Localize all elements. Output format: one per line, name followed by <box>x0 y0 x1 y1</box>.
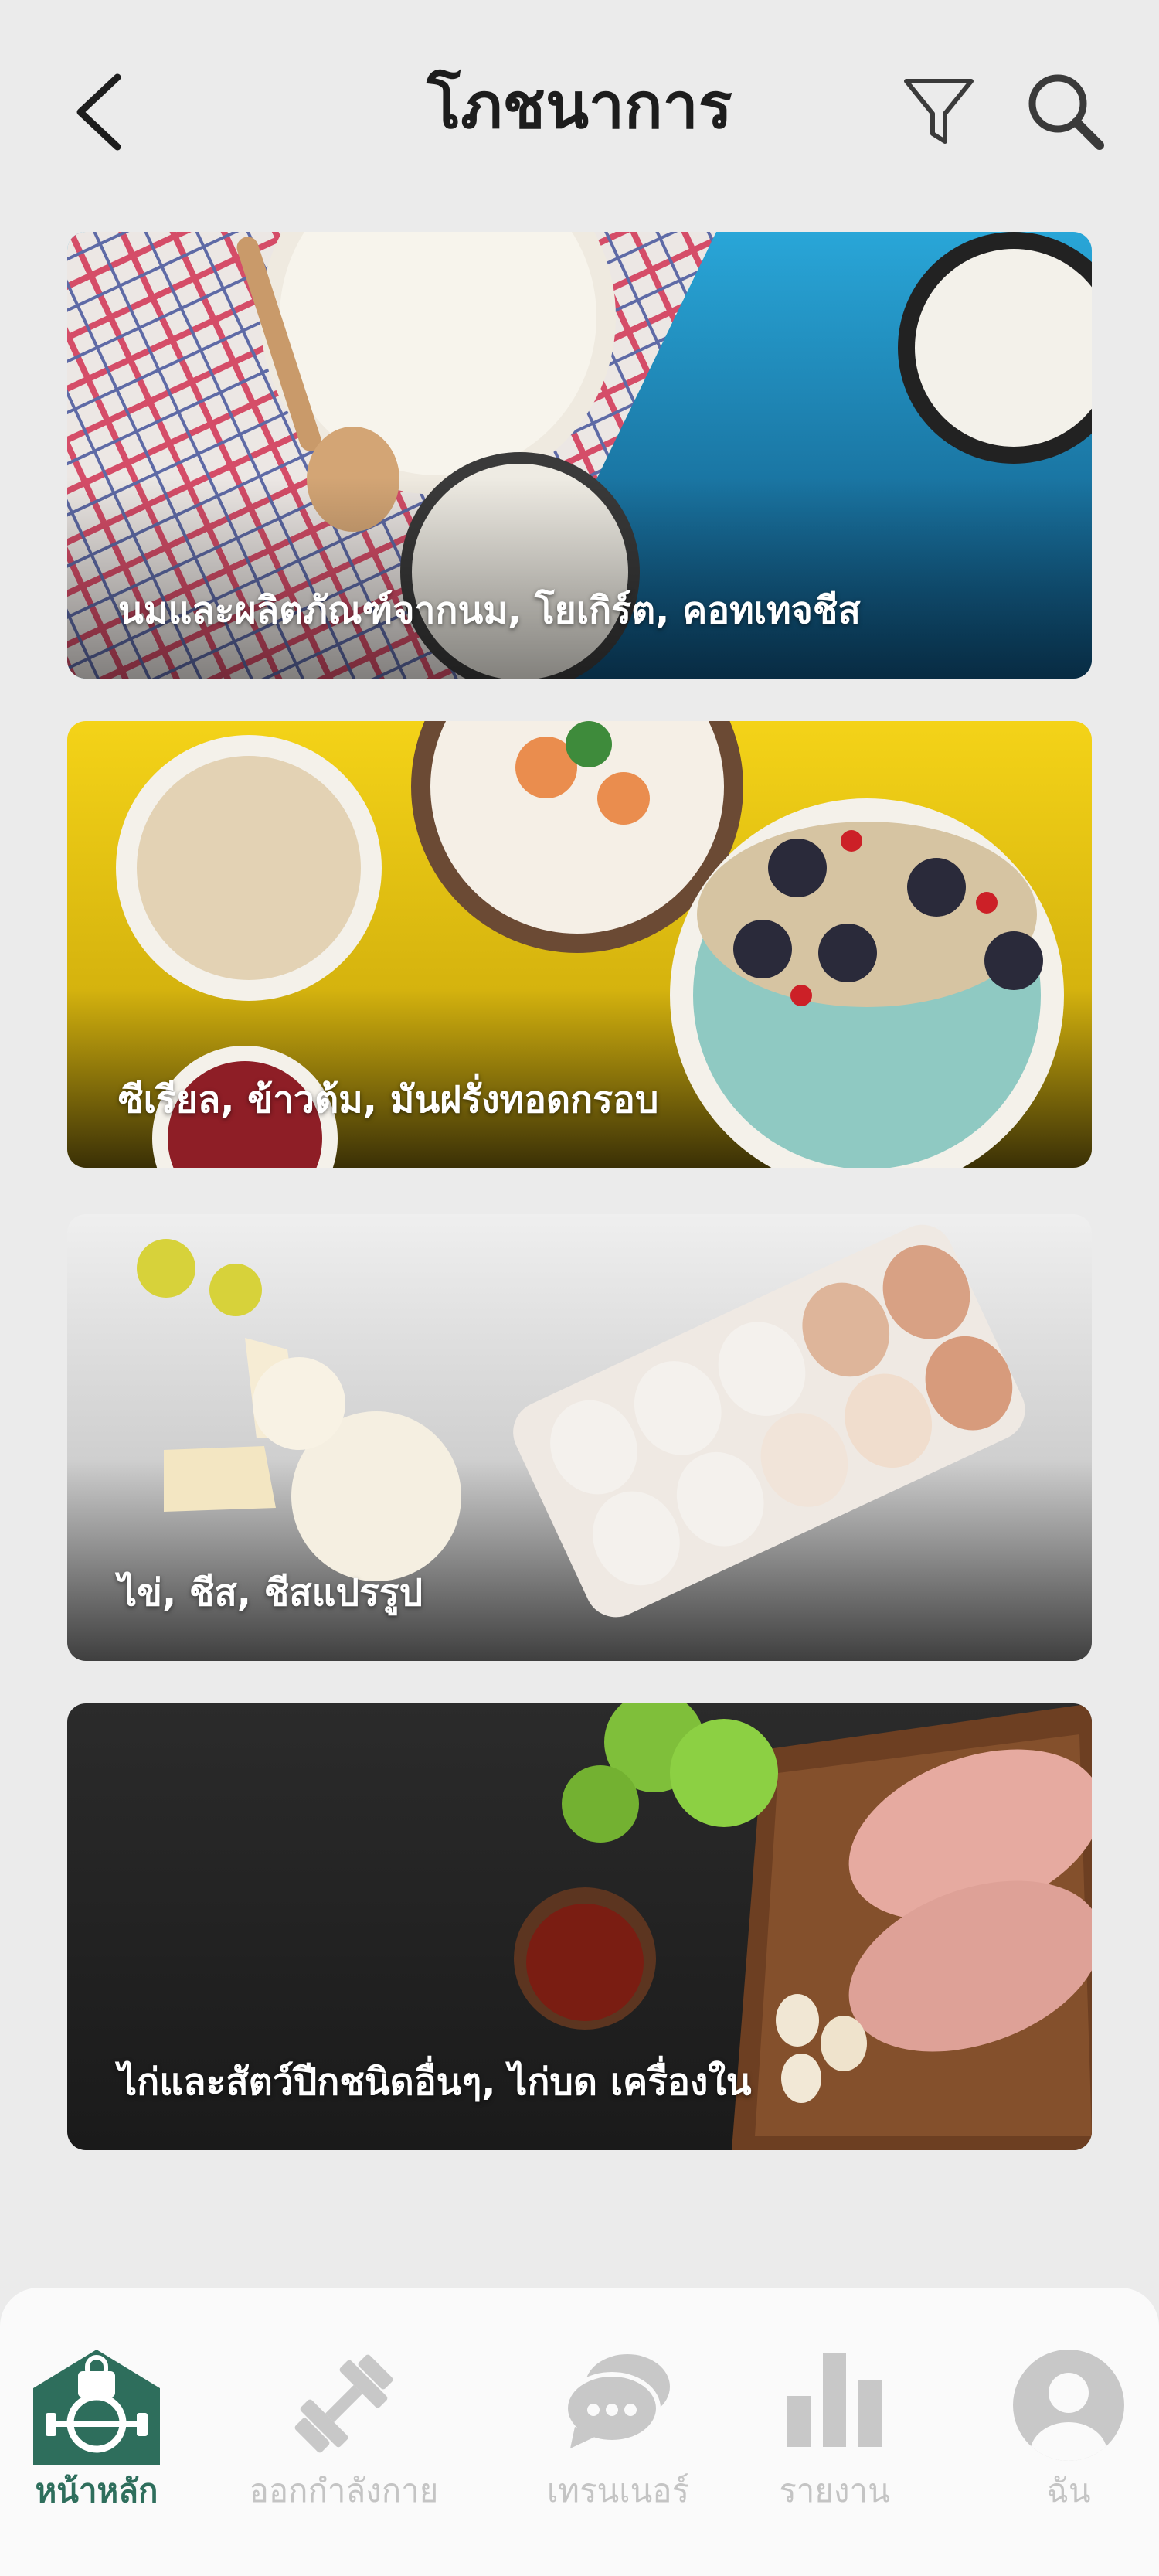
tab-me[interactable]: ฉัน <box>953 2350 1159 2535</box>
category-card-eggs-cheese[interactable]: ไข่, ชีส, ชีสแปรรูป <box>67 1214 1092 1661</box>
category-card-label: ไข่, ชีส, ชีสแปรรูป <box>118 1571 423 1615</box>
chat-bubbles-icon <box>564 2354 670 2448</box>
category-card-dairy[interactable]: นมและผลิตภัณฑ์จากนม, โยเกิร์ต, คอทเทจชีส <box>67 232 1092 679</box>
tab-label: ออกกำลังกาย <box>249 2472 439 2510</box>
profile-icon <box>1013 2350 1124 2461</box>
tab-label: รายงาน <box>779 2472 890 2510</box>
home-gym-icon <box>33 2350 160 2465</box>
bottom-tab-bar: หน้าหลัก ออกกำลังกาย เทรนเนอร์ รายงาน ฉั… <box>0 2288 1159 2576</box>
tab-trainer[interactable]: เทรนเนอร์ <box>502 2350 734 2535</box>
category-card-label: ไก่และสัตว์ปีกชนิดอื่นๆ, ไก่บด เครื่องใน <box>118 2060 752 2104</box>
search-icon <box>1028 74 1104 150</box>
dumbbell-icon <box>294 2354 393 2453</box>
bar-chart-icon <box>787 2353 882 2447</box>
search-button[interactable] <box>1024 70 1109 155</box>
tab-label: หน้าหลัก <box>35 2472 158 2510</box>
category-card-label: ซีเรียล, ข้าวต้ม, มันฝรั่งทอดกรอบ <box>118 1078 659 1121</box>
page-title: โภชนาการ <box>427 70 732 143</box>
tab-report[interactable]: รายงาน <box>719 2350 950 2535</box>
tab-label: ฉัน <box>1046 2472 1091 2510</box>
category-card-cereals[interactable]: ซีเรียล, ข้าวต้ม, มันฝรั่งทอดกรอบ <box>67 721 1092 1168</box>
category-card-label: นมและผลิตภัณฑ์จากนม, โยเกิร์ต, คอทเทจชีส <box>118 589 861 632</box>
tab-workout[interactable]: ออกกำลังกาย <box>228 2350 460 2535</box>
filter-button[interactable] <box>900 73 977 151</box>
tab-label: เทรนเนอร์ <box>546 2472 690 2510</box>
top-bar: โภชนาการ <box>0 0 1159 216</box>
category-card-poultry[interactable]: ไก่และสัตว์ปีกชนิดอื่นๆ, ไก่บด เครื่องใน <box>67 1703 1092 2150</box>
tab-home[interactable]: หน้าหลัก <box>0 2350 212 2535</box>
filter-icon <box>904 79 974 144</box>
